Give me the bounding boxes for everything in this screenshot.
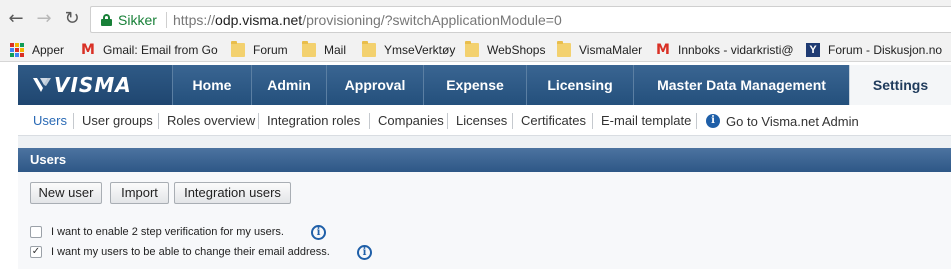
change-email-checkbox[interactable]: ✓: [30, 246, 42, 258]
bookmark-label: Apper: [32, 43, 65, 57]
bookmark-label: Forum: [253, 43, 288, 57]
browser-toolbar: ← → ↻ Sikker https://odp.visma.net/provi…: [0, 0, 951, 38]
subnav-divider: [369, 113, 370, 129]
subnav-companies[interactable]: Companies: [378, 113, 444, 129]
url-text[interactable]: https://odp.visma.net/provisioning/?swit…: [173, 12, 562, 28]
forum-icon: Y: [806, 43, 820, 57]
gmail-icon: M: [656, 42, 670, 58]
logo-text: VISMA: [54, 73, 132, 97]
subnav-divider: [447, 113, 448, 129]
tab-home[interactable]: Home: [172, 65, 251, 105]
address-divider: [166, 12, 167, 28]
panel-title: Users: [30, 152, 67, 167]
info-icon[interactable]: i: [357, 245, 372, 260]
integration-users-button[interactable]: Integration users: [174, 182, 291, 204]
gmail-icon: M: [81, 42, 95, 58]
visma-logo-icon: [33, 78, 51, 92]
subnav-user-groups[interactable]: User groups: [82, 113, 153, 129]
bookmarks-bar: Apper M Gmail: Email from Go Forum Mail …: [0, 38, 951, 62]
import-button[interactable]: Import: [110, 182, 169, 204]
url-path: /provisioning/?switchApplicationModule=0: [302, 12, 562, 28]
bookmark-label: WebShops: [487, 43, 546, 57]
info-icon: i: [706, 114, 720, 128]
2-step-verification-checkbox[interactable]: [30, 226, 42, 238]
folder-icon: [465, 41, 479, 57]
tab-settings[interactable]: Settings: [849, 65, 951, 105]
app-header: VISMA Home Admin Approval Expense Licens…: [18, 65, 951, 105]
subnav-users[interactable]: Users: [33, 113, 67, 129]
bookmark-label: VismaMaler: [579, 43, 643, 57]
address-bar[interactable]: Sikker https://odp.visma.net/provisionin…: [90, 6, 951, 33]
option-label: I want my users to be able to change the…: [51, 246, 330, 258]
folder-icon: [231, 41, 245, 57]
bookmark-label: Forum - Diskusjon.no: [828, 43, 943, 57]
subnav-certificates[interactable]: Certificates: [521, 113, 586, 129]
bookmark-label: Mail: [324, 43, 347, 57]
reload-icon[interactable]: ↻: [62, 9, 82, 29]
url-scheme: https://: [173, 12, 216, 28]
bookmark-label: Innboks - vidarkristi@: [678, 43, 794, 57]
subnav-integration-roles[interactable]: Integration roles: [267, 113, 360, 129]
subnav-roles-overview[interactable]: Roles overview: [167, 113, 255, 129]
tab-master-data-management[interactable]: Master Data Management: [633, 65, 849, 105]
new-user-button[interactable]: New user: [30, 182, 102, 204]
subnav-divider: [258, 113, 259, 129]
tab-approval[interactable]: Approval: [326, 65, 423, 105]
back-arrow-icon[interactable]: ←: [6, 9, 26, 29]
tab-licensing[interactable]: Licensing: [526, 65, 633, 105]
bookmark-label: YmseVerktøy: [384, 43, 456, 57]
go-to-admin-link[interactable]: Go to Visma.net Admin: [726, 114, 859, 130]
info-icon[interactable]: i: [311, 225, 326, 240]
subnav-divider: [512, 113, 513, 129]
lock-icon: [101, 14, 112, 26]
subnav-divider: [73, 113, 74, 129]
folder-icon: [362, 41, 376, 57]
folder-icon: [557, 41, 571, 57]
url-host: odp.visma.net: [215, 12, 303, 28]
option-label: I want to enable 2 step verification for…: [51, 226, 284, 238]
tab-expense[interactable]: Expense: [423, 65, 526, 105]
forward-arrow-icon[interactable]: →: [34, 9, 54, 29]
main-content: Users New user Import Integration users …: [18, 136, 951, 269]
folder-icon: [302, 41, 316, 57]
subnav-divider: [158, 113, 159, 129]
bookmark-label: Gmail: Email from Go: [103, 43, 218, 57]
subnav-email-template[interactable]: E-mail template: [601, 113, 691, 129]
tab-admin[interactable]: Admin: [251, 65, 326, 105]
secure-label: Sikker: [118, 12, 157, 28]
subnav-divider: [592, 113, 593, 129]
users-panel-body: New user Import Integration users I want…: [18, 172, 951, 269]
subnav-licenses[interactable]: Licenses: [456, 113, 507, 129]
sub-navigation: Users User groups Roles overview Integra…: [18, 105, 951, 136]
apps-icon: [10, 43, 24, 57]
subnav-divider: [696, 113, 697, 129]
users-panel-header: Users: [18, 148, 951, 172]
